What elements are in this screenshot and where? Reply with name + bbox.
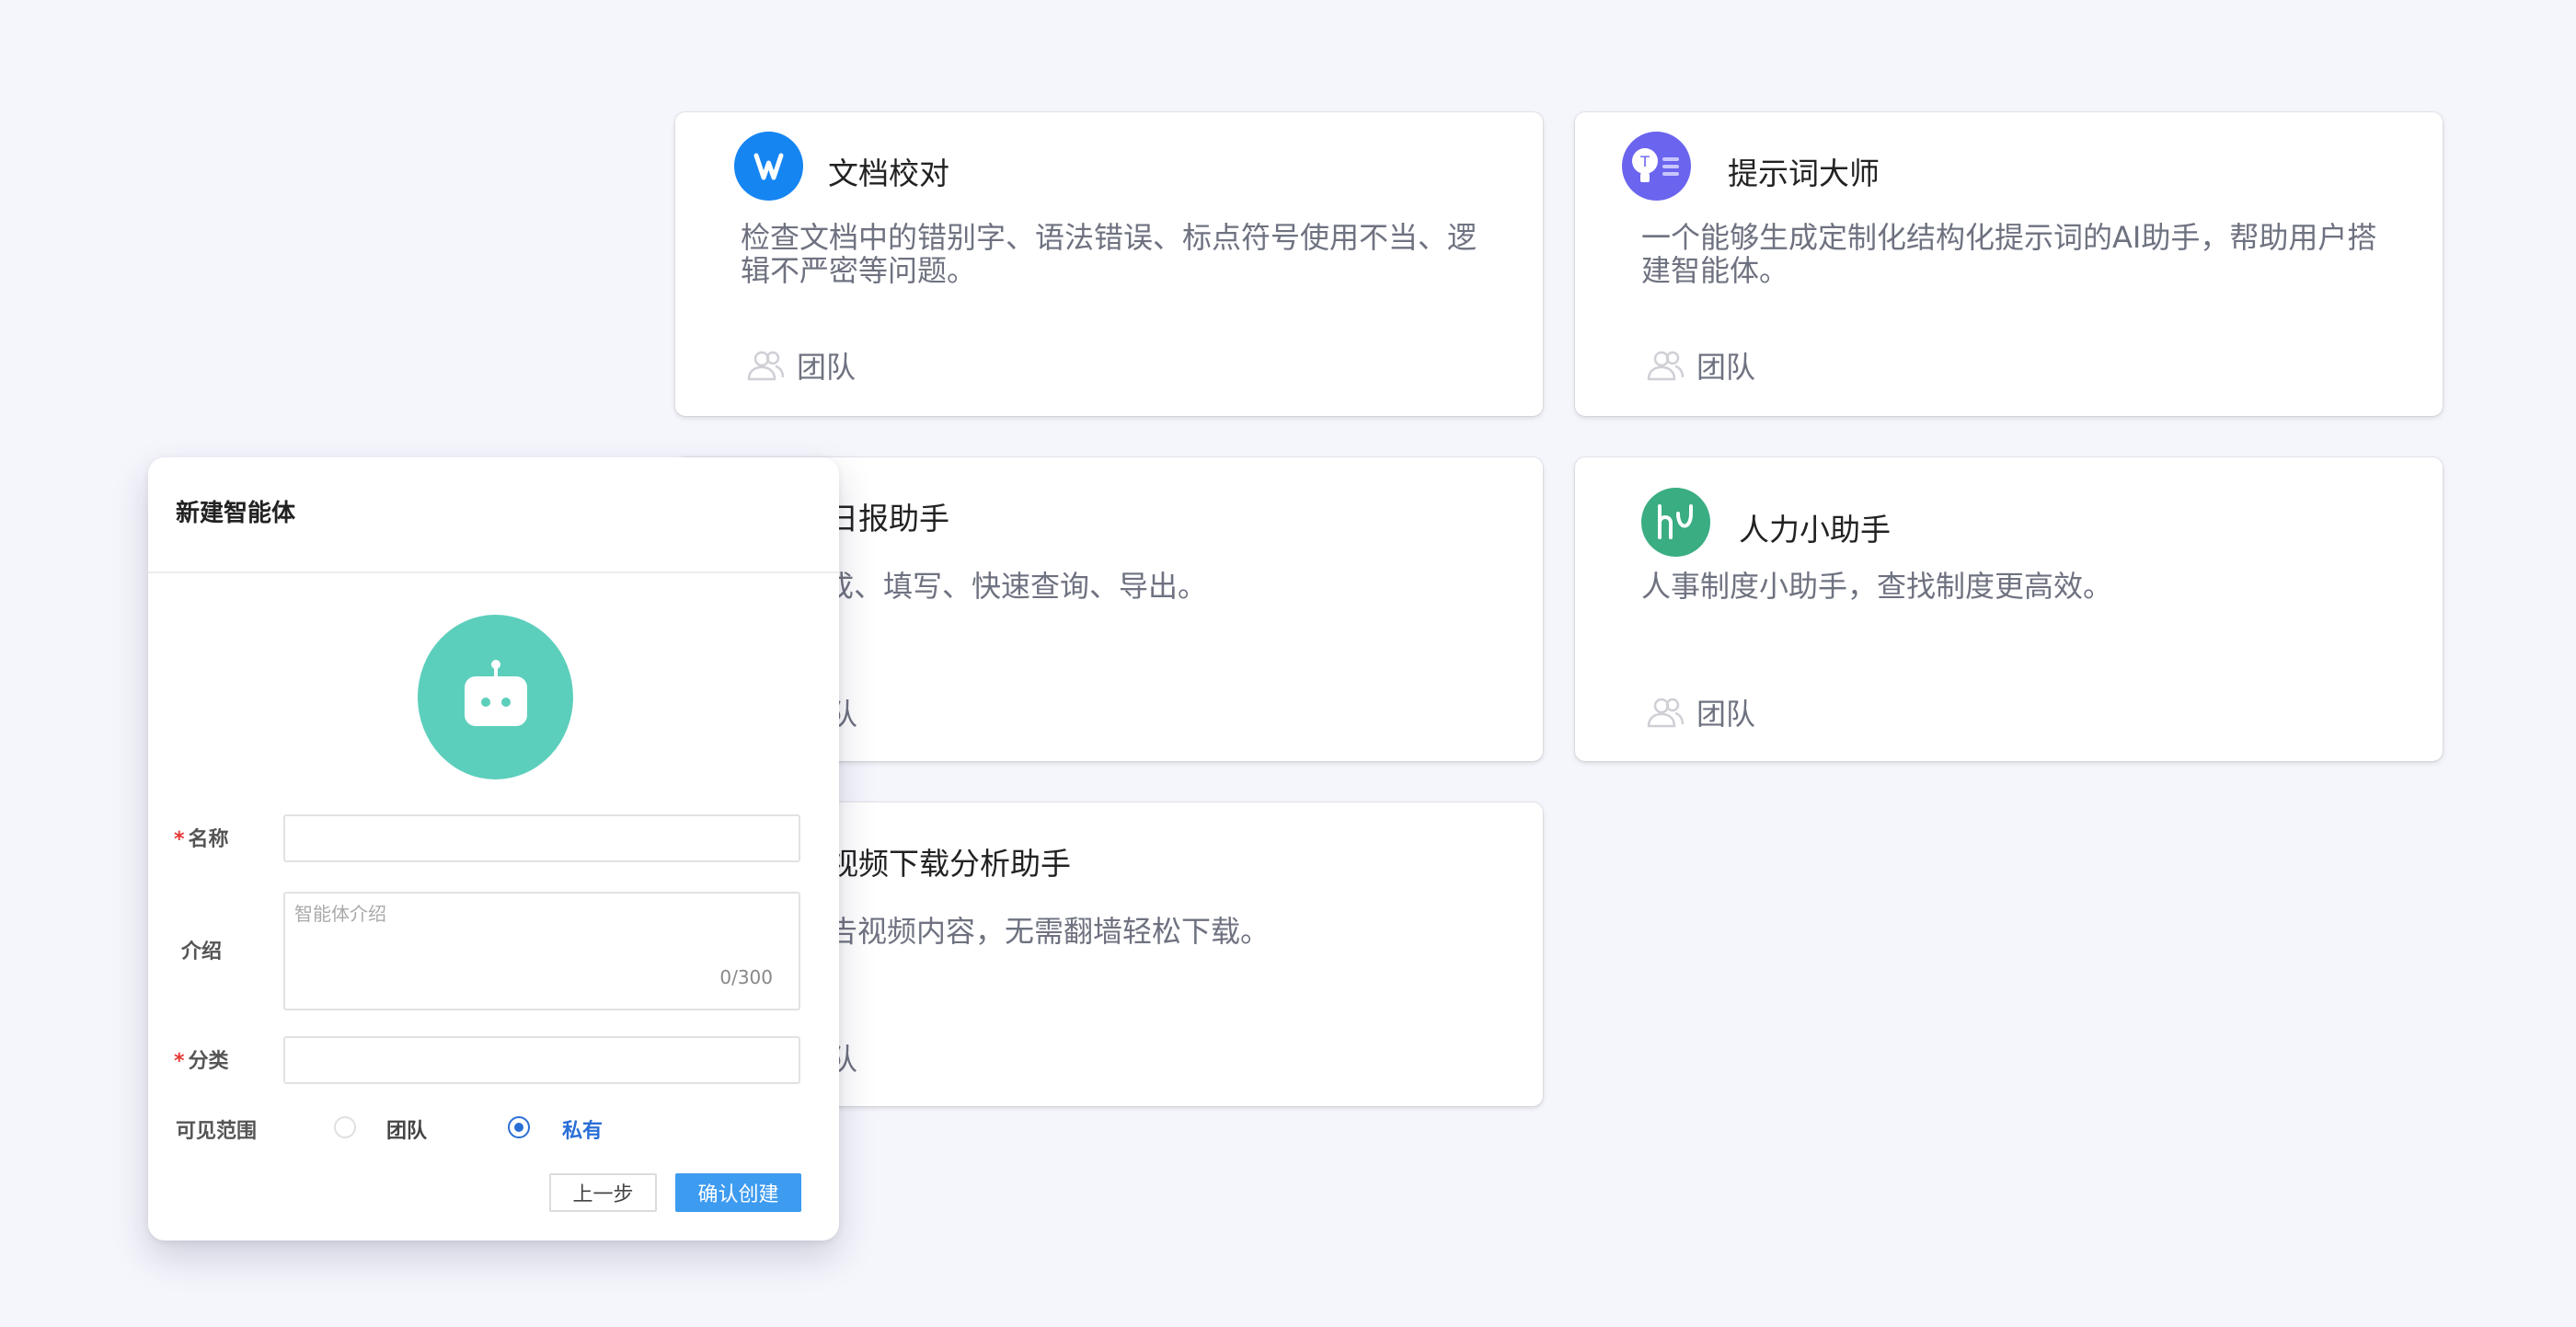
agent-card-document-proofread[interactable]: 文档校对 检查文档中的错别字、语法错误、标点符号使用不当、逻辑不严密等问题。 团…	[675, 112, 1543, 416]
agent-card-hr-assistant[interactable]: 人力小助手 人事制度小助手，查找制度更高效。 团队	[1575, 457, 2443, 761]
team-icon	[1645, 696, 1685, 729]
svg-text:T: T	[1639, 153, 1650, 170]
intro-char-counter: 0/300	[719, 966, 773, 988]
category-select[interactable]	[283, 1036, 800, 1084]
agent-card-title: 文档校对	[828, 156, 949, 191]
lightbulb-icon: T	[1622, 132, 1691, 201]
name-field-label: * 名称	[174, 828, 229, 851]
visibility-team-radio[interactable]	[334, 1116, 356, 1138]
robot-icon	[464, 659, 527, 726]
team-icon	[1645, 349, 1685, 382]
previous-step-button[interactable]: 上一步	[549, 1173, 657, 1212]
agent-card-footer: 团队	[745, 344, 856, 387]
hr-logo-icon	[1641, 488, 1710, 557]
agent-card-description: 一个能够生成定制化结构化提示词的AI助手，帮助用户搭建智能体。	[1641, 220, 2377, 288]
agent-card-footer: 团队	[1645, 344, 1755, 387]
intro-placeholder: 智能体介绍	[294, 903, 386, 925]
agent-card-title: 日报助手	[828, 501, 949, 537]
required-mark: *	[174, 828, 185, 851]
visibility-field-label: 可见范围	[176, 1120, 258, 1143]
agent-card-description: 成、填写、快速查询、导出。	[824, 569, 1208, 604]
category-field-label: * 分类	[174, 1050, 229, 1073]
team-icon	[745, 349, 786, 382]
agent-card-description: 检查文档中的错别字、语法错误、标点符号使用不当、逻辑不严密等问题。	[741, 220, 1478, 288]
visibility-private-radio[interactable]	[508, 1116, 530, 1138]
agent-card-description: 告视频内容，无需翻墙轻松下载。	[828, 914, 1271, 949]
agent-card-title: 人力小助手	[1739, 512, 1891, 548]
intro-field-label: 介绍	[181, 940, 223, 964]
agent-card-description: 人事制度小助手，查找制度更高效。	[1641, 569, 2113, 604]
visibility-team-label[interactable]: 团队	[386, 1114, 427, 1144]
required-mark: *	[174, 1050, 185, 1073]
document-w-icon	[734, 132, 803, 201]
visibility-label: 团队	[1696, 350, 1756, 385]
name-input[interactable]	[283, 814, 800, 862]
agent-card-title: 提示词大师	[1728, 156, 1880, 191]
intro-textarea[interactable]: 智能体介绍 0/300	[283, 892, 800, 1010]
agent-card-footer: 团队	[1645, 691, 1755, 733]
create-agent-dialog: 新建智能体 * 名称 介绍 智能体介绍 0/300 * 分类 可见范围 团队 私有 …	[148, 457, 839, 1240]
dialog-title: 新建智能体	[176, 500, 296, 527]
visibility-label: 团队	[797, 350, 857, 385]
dialog-divider	[148, 571, 839, 573]
confirm-create-button[interactable]: 确认创建	[675, 1173, 801, 1212]
visibility-label: 团队	[1696, 697, 1756, 732]
visibility-private-label[interactable]: 私有	[562, 1114, 603, 1144]
agent-card-title: 视频下载分析助手	[828, 846, 1071, 882]
agent-avatar[interactable]	[418, 615, 573, 779]
agent-card-prompt-master[interactable]: T 提示词大师 一个能够生成定制化结构化提示词的AI助手，帮助用户搭建智能体。 …	[1575, 112, 2443, 416]
